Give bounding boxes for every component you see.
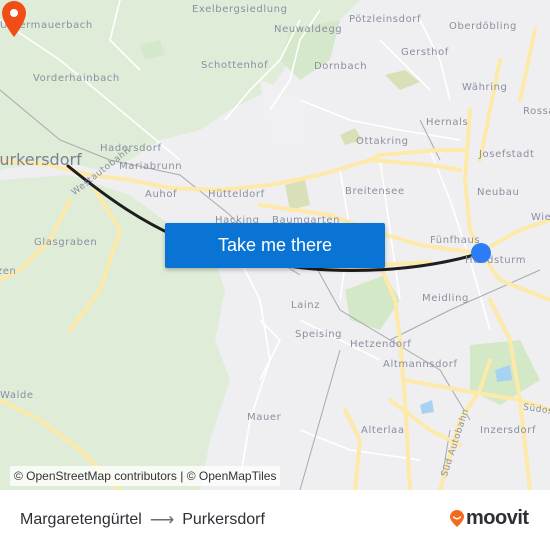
park-area	[385, 70, 420, 90]
map-label: Mauer	[247, 412, 282, 423]
map-label: Inzersdorf	[480, 425, 537, 436]
map-view[interactable]: Exelbergsiedlung Pötzleinsdorf Oberdöbli…	[0, 0, 550, 490]
map-label: Mariabrunn	[119, 161, 183, 172]
map-label: Rossau	[523, 106, 550, 117]
map-label: Fünfhaus	[430, 235, 481, 246]
origin-stop-marker[interactable]	[471, 243, 491, 263]
map-label: Oberdöbling	[449, 21, 517, 32]
map-label: Meidling	[422, 293, 469, 304]
map-label: Breitensee	[345, 186, 405, 197]
map-label: Glasgraben	[34, 237, 98, 248]
brand-name: moovit	[466, 507, 529, 529]
map-attribution[interactable]: © OpenStreetMap contributors | © OpenMap…	[10, 466, 281, 486]
urban-area	[260, 80, 310, 150]
map-label: Hernals	[426, 117, 469, 128]
route-title: Margaretengürtel ⟶ Purkersdorf	[20, 510, 265, 530]
destination-label: Purkersdorf	[182, 511, 265, 528]
map-label: Josefstadt	[479, 149, 535, 160]
map-label: Auhof	[145, 189, 178, 200]
map-label: Wien	[531, 212, 550, 223]
map-label: Lainz	[291, 300, 321, 311]
map-label-destination-town: Purkersdorf	[0, 150, 82, 169]
moovit-logo[interactable]: moovit	[449, 507, 529, 530]
map-label: Hütteldorf	[208, 189, 265, 200]
map-label: nzen	[0, 266, 17, 277]
map-label: Ottakring	[356, 136, 409, 147]
map-label: Währing	[462, 82, 508, 93]
map-label: Walde	[0, 390, 34, 401]
map-label: Vorderhainbach	[33, 73, 120, 84]
map-label: Pötzleinsdorf	[349, 14, 422, 25]
map-label: Altmannsdorf	[383, 359, 458, 370]
park-area	[345, 275, 400, 330]
map-label: Exelbergsiedlung	[192, 4, 288, 15]
map-label: Gersthof	[401, 47, 449, 58]
footer-bar: Margaretengürtel ⟶ Purkersdorf moovit	[0, 490, 550, 550]
map-label: Speising	[295, 329, 343, 340]
map-label: Neubau	[477, 187, 520, 198]
map-label: Neuwaldegg	[274, 24, 343, 35]
take-me-there-button[interactable]: Take me there	[165, 223, 385, 268]
origin-label: Margaretengürtel	[20, 511, 142, 528]
water	[420, 400, 434, 414]
map-label: Schottenhof	[201, 60, 269, 71]
map-label: Dornbach	[314, 61, 368, 72]
park-area	[285, 180, 310, 210]
destination-pin-icon[interactable]	[0, 0, 28, 38]
map-label: Alterlaa	[361, 425, 405, 436]
arrow-right-icon: ⟶	[149, 510, 175, 529]
map-label: Hetzendorf	[350, 339, 412, 350]
moovit-pin-icon	[450, 509, 464, 527]
